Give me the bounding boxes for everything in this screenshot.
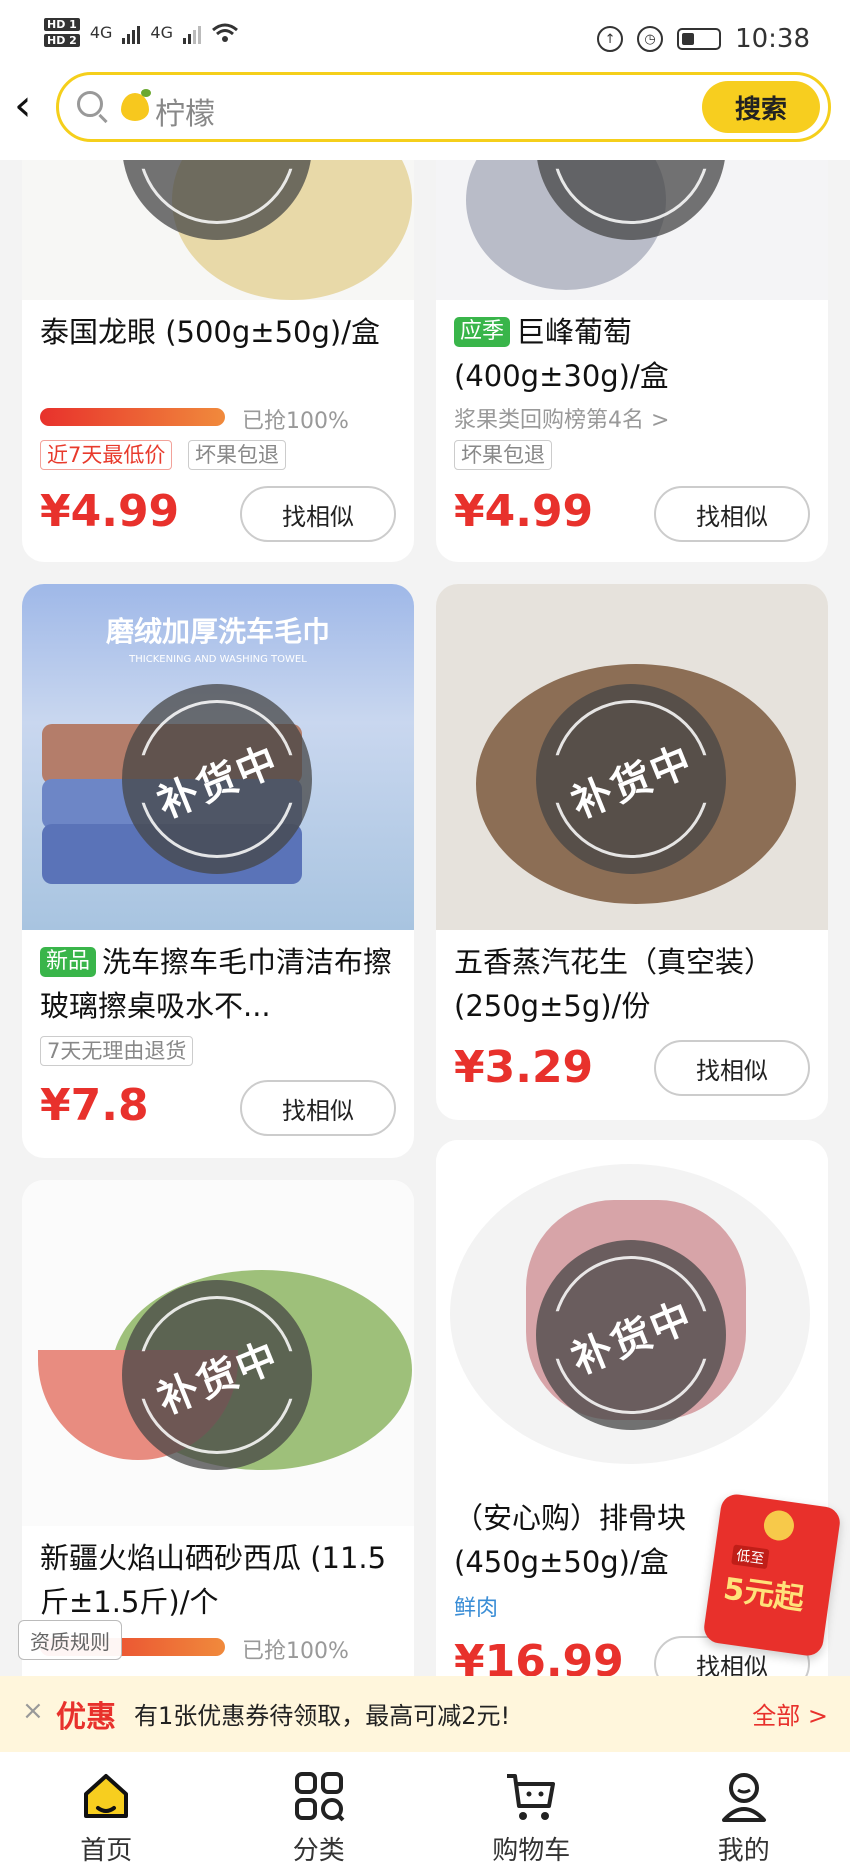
find-similar-button[interactable]: 找相似 [654,1040,810,1096]
restock-badge: 补货中 [122,684,312,874]
sold-progress-text: 已抢100% [242,1639,349,1664]
net1-label: 4G [89,23,113,42]
product-image: 磨绒加厚洗车毛巾 THICKENING AND WASHING TOWEL 补货… [22,584,414,930]
signal-icon [122,22,141,44]
nav-category-label: 分类 [292,1836,345,1866]
wifi-icon [212,23,238,42]
net2-label: 4G [150,23,173,42]
nav-cart[interactable]: 购物车 [425,1752,638,1869]
hd1-badge: HD 1 [44,18,80,31]
close-icon[interactable]: × [22,1696,44,1726]
coupon-message: 有1张优惠券待领取，最高可减2元! [134,1702,511,1730]
product-card-2[interactable]: 应季 巨峰葡萄 (400g±30g)/盒 浆果类回购榜第4名 > 坏果包退 ¥4.… [436,120,828,562]
product-price: ¥4.99 [40,486,180,537]
search-input[interactable]: 柠檬 搜索 [56,72,831,142]
red-packet-amount: 5元起 [721,1571,807,1618]
search-placeholder: 柠檬 [155,97,215,132]
find-similar-button[interactable]: 找相似 [240,1080,396,1136]
lowest-price-chip: 近7天最低价 [40,440,173,470]
cart-icon [507,1774,556,1820]
product-title: 新疆火焰山硒砂西瓜 (11.5斤±1.5斤)/个 [40,1541,387,1619]
nav-cart-label: 购物车 [492,1836,571,1866]
product-image: 补货中 [22,1180,414,1526]
search-icon [77,91,103,117]
home-icon [84,1774,129,1818]
search-header: ‹ 柠檬 搜索 [0,64,850,160]
data-saver-icon: ↑ [597,26,624,52]
restock-badge: 补货中 [536,1240,726,1430]
find-similar-button[interactable]: 找相似 [654,486,810,542]
product-card-4[interactable]: 补货中 五香蒸汽花生（真空装）(250g±5g)/份 ¥3.29 找相似 [436,584,828,1120]
back-arrow-icon[interactable]: ‹ [14,84,50,132]
product-price: ¥7.8 [40,1080,149,1131]
nav-home[interactable]: 首页 [0,1752,213,1869]
nav-category[interactable]: 分类 [213,1752,426,1869]
sold-progress-text: 已抢100% [242,409,349,434]
product-card-3[interactable]: 磨绒加厚洗车毛巾 THICKENING AND WASHING TOWEL 补货… [22,584,414,1158]
signal-icon-2 [182,22,201,44]
search-button[interactable]: 搜索 [702,81,820,133]
bad-fruit-refund-chip: 坏果包退 [454,440,552,470]
restock-badge: 补货中 [122,1280,312,1470]
nav-profile[interactable]: 我的 [638,1752,850,1869]
alarm-icon: ◷ [637,26,664,52]
rank-link[interactable]: 浆果类回购榜第4名 > [454,402,669,434]
status-right: ↑ ◷ 10:38 [597,24,810,54]
nav-profile-label: 我的 [717,1836,770,1866]
category-icon [294,1772,345,1822]
coupon-label: 优惠 [56,1700,116,1735]
hd2-badge: HD 2 [44,34,80,47]
image-subheadline: THICKENING AND WASHING TOWEL [129,654,307,665]
qualification-rules-button[interactable]: 资质规则 [18,1620,122,1660]
product-price: ¥3.29 [454,1042,594,1093]
coin-icon [762,1508,796,1543]
restock-badge: 补货中 [536,684,726,874]
clock: 10:38 [735,24,810,54]
product-image: 补货中 [436,584,828,930]
red-packet-promo[interactable]: 低至 5元起 [702,1492,842,1658]
return-policy-chip: 7天无理由退货 [40,1036,194,1066]
product-price: ¥4.99 [454,486,594,537]
product-image: 补货中 [436,1140,828,1486]
bad-fruit-refund-chip: 坏果包退 [188,440,286,470]
coupon-all-link[interactable]: 全部 > [752,1696,828,1731]
category-link[interactable]: 鲜肉 [454,1590,498,1622]
battery-icon [677,28,722,50]
seasonal-badge: 应季 [454,317,511,347]
product-title: 泰国龙眼 (500g±50g)/盒 [40,315,380,349]
sold-progress-bar [40,408,225,426]
lemon-icon [121,89,151,121]
product-title: （安心购）排骨块 (450g±50g)/盒 [454,1501,687,1579]
product-card-1[interactable]: 泰国龙眼 (500g±50g)/盒 已抢100% 近7天最低价 坏果包退 ¥4.… [22,120,414,562]
coupon-bar[interactable]: × 优惠 有1张优惠券待领取，最高可减2元! 全部 > [0,1676,850,1752]
product-title: 五香蒸汽花生（真空装）(250g±5g)/份 [454,945,774,1023]
new-badge: 新品 [40,947,97,977]
image-headline: 磨绒加厚洗车毛巾 [105,615,330,648]
product-title: 应季 巨峰葡萄 (400g±30g)/盒 [454,310,814,398]
nav-home-label: 首页 [80,1836,133,1866]
profile-icon [721,1773,766,1822]
product-title: 新品 洗车擦车毛巾清洁布擦玻璃擦桌吸水不... [40,940,400,1028]
hd-icons: HD 1 HD 2 [44,18,80,47]
bottom-nav: 首页 分类 购物车 我的 [0,1752,850,1869]
find-similar-button[interactable]: 找相似 [240,486,396,542]
network-indicators: HD 1 HD 2 4G 4G [44,18,239,47]
